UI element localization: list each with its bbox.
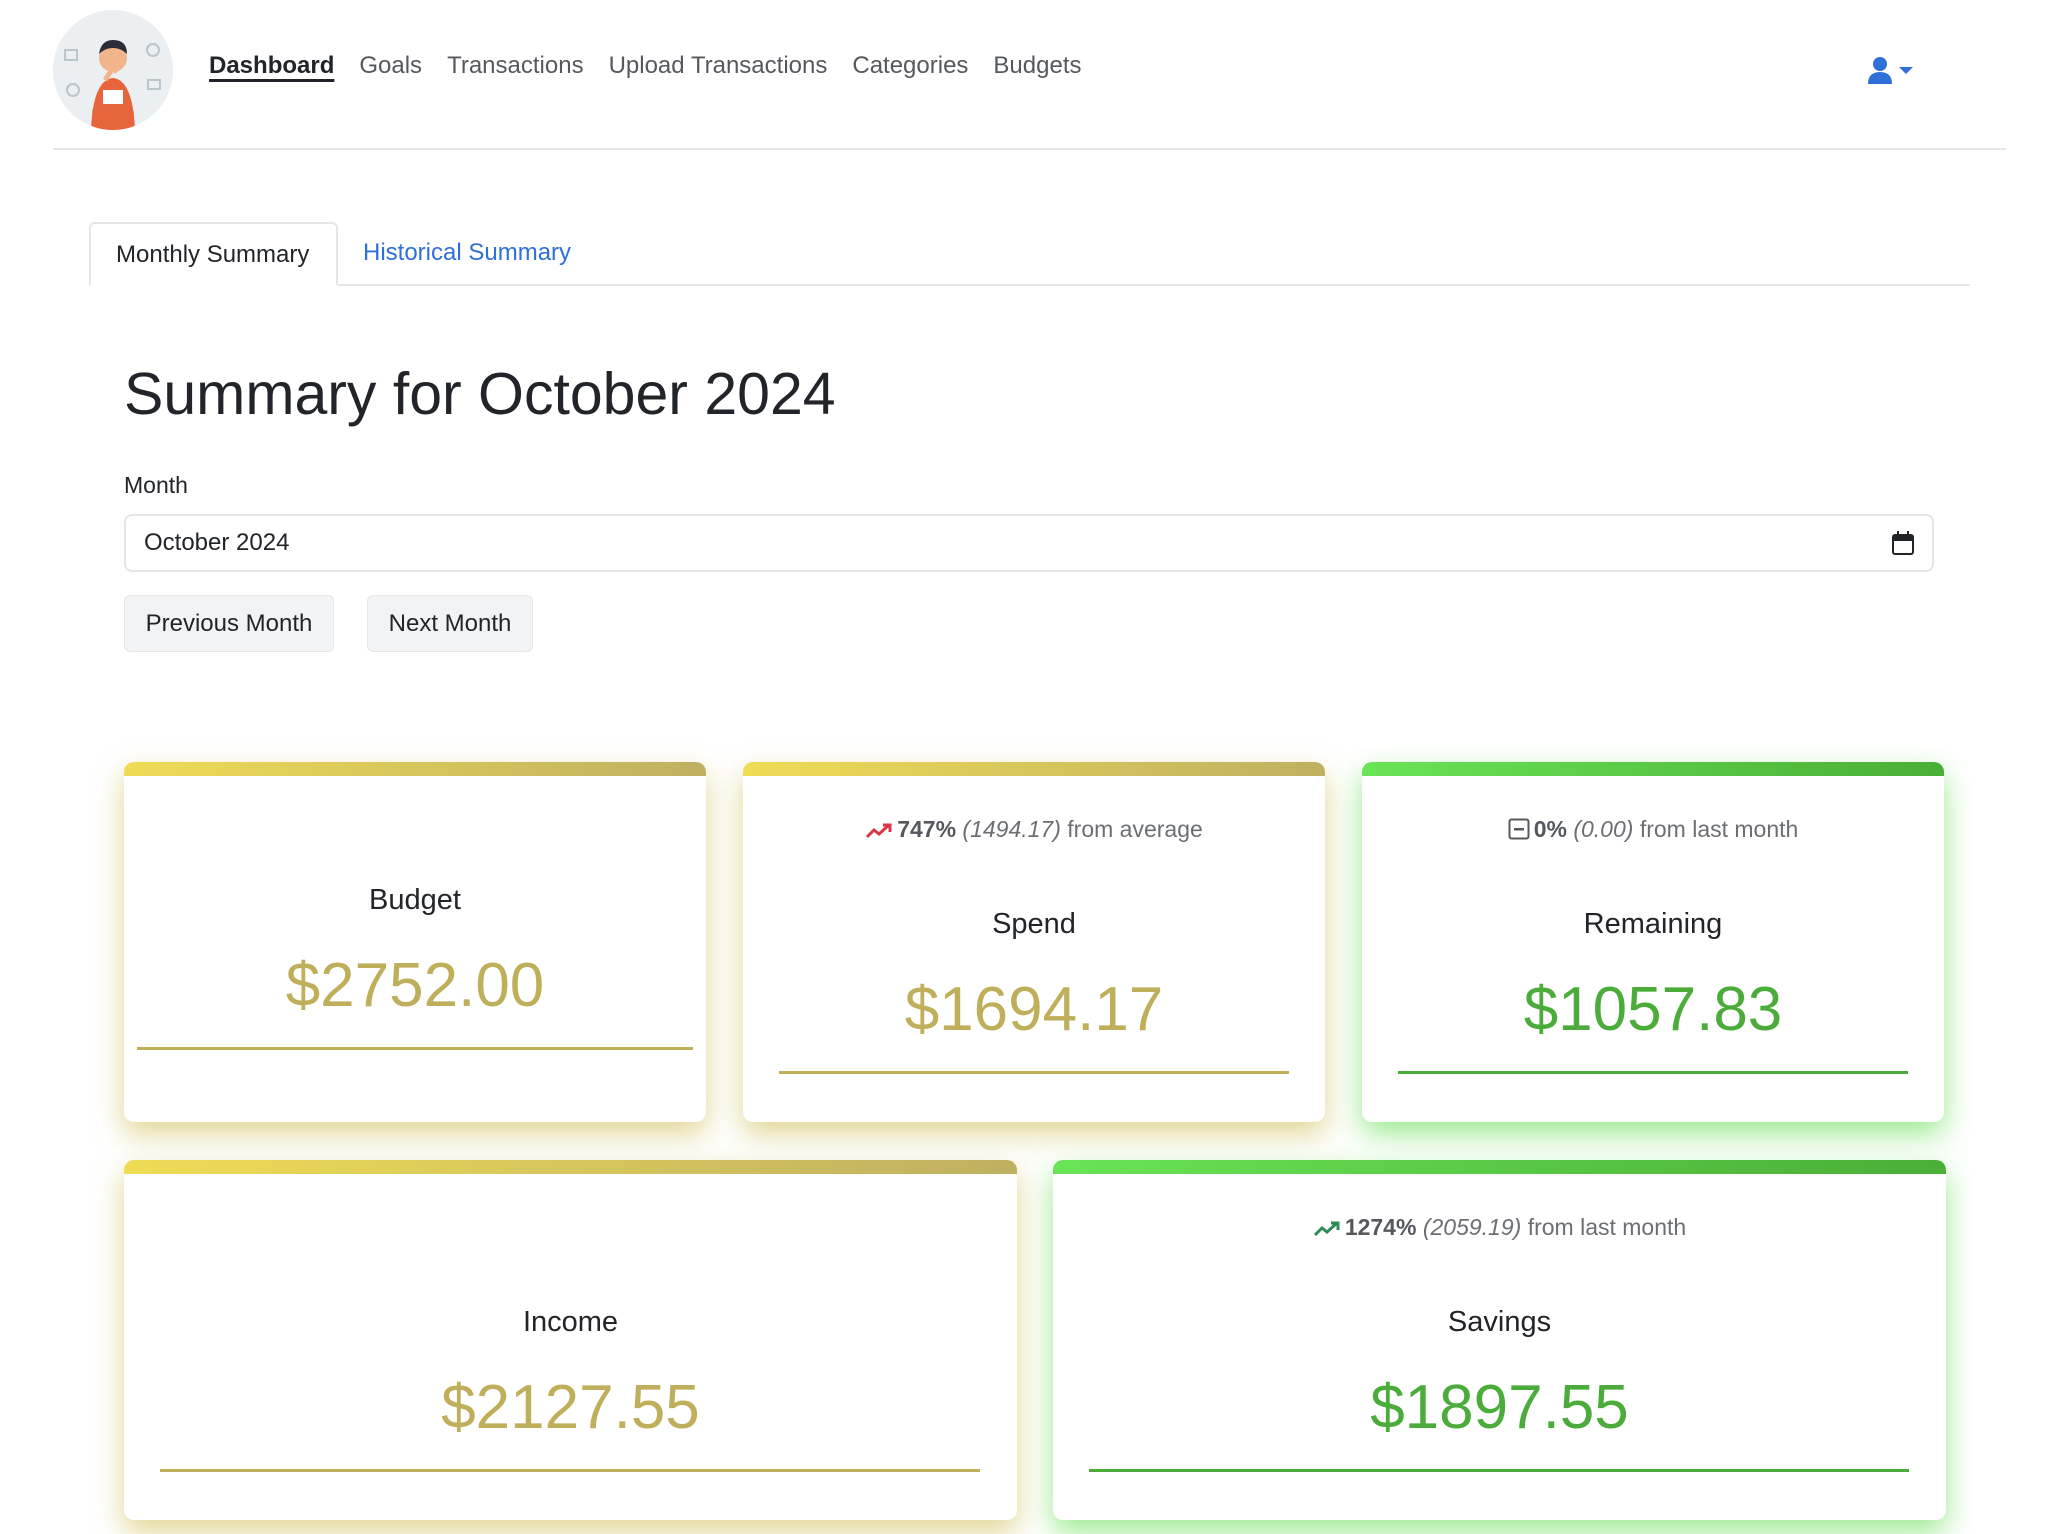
month-label: Month bbox=[124, 472, 188, 498]
nav-links: Dashboard Goals Transactions Upload Tran… bbox=[209, 52, 1107, 80]
remaining-stat: 0% (0.00) from last month bbox=[1362, 816, 1944, 843]
avatar-illustration bbox=[53, 10, 173, 130]
remaining-value: $1057.83 bbox=[1523, 975, 1783, 1044]
nav-upload-transactions[interactable]: Upload Transactions bbox=[609, 52, 828, 80]
user-menu-dropdown[interactable] bbox=[1868, 56, 1914, 84]
savings-stat-suffix: from last month bbox=[1527, 1214, 1687, 1240]
page-title: Summary for October 2024 bbox=[124, 361, 836, 427]
budget-label: Budget bbox=[369, 884, 461, 916]
spend-stat-amount: (1494.17) bbox=[962, 816, 1061, 842]
nav-budgets[interactable]: Budgets bbox=[993, 52, 1081, 80]
budget-value: $2752.00 bbox=[285, 951, 545, 1020]
square-minus-icon bbox=[1508, 818, 1530, 840]
nav-categories[interactable]: Categories bbox=[852, 52, 968, 80]
navbar: Dashboard Goals Transactions Upload Tran… bbox=[53, 0, 2006, 150]
nav-transactions[interactable]: Transactions bbox=[447, 52, 584, 80]
savings-value: $1897.55 bbox=[1370, 1373, 1629, 1442]
savings-underline bbox=[1089, 1469, 1909, 1472]
remaining-stat-amount: (0.00) bbox=[1573, 816, 1634, 842]
card-topbar bbox=[1362, 762, 1944, 776]
tab-monthly-summary[interactable]: Monthly Summary bbox=[89, 222, 338, 286]
savings-stat-percent: 1274% bbox=[1344, 1214, 1417, 1240]
spend-stat: 747% (1494.17) from average bbox=[743, 816, 1325, 843]
income-card: Income $2127.55 bbox=[124, 1160, 1017, 1520]
nav-goals[interactable]: Goals bbox=[359, 52, 422, 80]
spend-stat-suffix: from average bbox=[1067, 816, 1203, 842]
caret-down-icon bbox=[1899, 67, 1913, 74]
income-label: Income bbox=[522, 1306, 619, 1338]
month-input-value: October 2024 bbox=[144, 529, 290, 556]
spend-underline bbox=[779, 1071, 1289, 1074]
card-topbar bbox=[124, 762, 706, 776]
budget-underline bbox=[137, 1047, 693, 1050]
remaining-stat-percent: 0% bbox=[1533, 816, 1567, 842]
budget-card: Budget $2752.00 bbox=[124, 762, 706, 1122]
remaining-underline bbox=[1398, 1071, 1908, 1074]
trend-up-icon bbox=[866, 823, 892, 839]
remaining-card: 0% (0.00) from last month Remaining $105… bbox=[1362, 762, 1944, 1122]
tab-historical-summary[interactable]: Historical Summary bbox=[338, 222, 596, 286]
user-icon bbox=[1868, 57, 1892, 84]
income-value: $2127.55 bbox=[441, 1373, 700, 1442]
previous-month-button[interactable]: Previous Month bbox=[124, 595, 334, 652]
next-month-button[interactable]: Next Month bbox=[367, 595, 533, 652]
card-topbar bbox=[124, 1160, 1017, 1174]
calendar-icon[interactable] bbox=[1892, 531, 1914, 555]
spend-stat-percent: 747% bbox=[897, 816, 957, 842]
card-topbar bbox=[1053, 1160, 1946, 1174]
trend-up-icon bbox=[1313, 1221, 1340, 1237]
month-input[interactable]: October 2024 bbox=[124, 514, 1934, 572]
savings-stat: 1274% (2059.19) from last month bbox=[1053, 1214, 1946, 1241]
savings-label: Savings bbox=[1447, 1306, 1552, 1338]
savings-card: 1274% (2059.19) from last month Savings … bbox=[1053, 1160, 1946, 1520]
card-topbar bbox=[743, 762, 1325, 776]
summary-tabs: Monthly Summary Historical Summary bbox=[89, 222, 1970, 286]
logo[interactable] bbox=[53, 10, 173, 130]
income-underline bbox=[160, 1469, 980, 1472]
spend-label: Spend bbox=[992, 908, 1076, 940]
savings-stat-amount: (2059.19) bbox=[1422, 1214, 1522, 1240]
nav-dashboard[interactable]: Dashboard bbox=[209, 52, 334, 80]
remaining-stat-suffix: from last month bbox=[1639, 816, 1799, 842]
remaining-label: Remaining bbox=[1583, 908, 1723, 940]
spend-card: 747% (1494.17) from average Spend $1694.… bbox=[743, 762, 1325, 1122]
spend-value: $1694.17 bbox=[904, 975, 1164, 1044]
